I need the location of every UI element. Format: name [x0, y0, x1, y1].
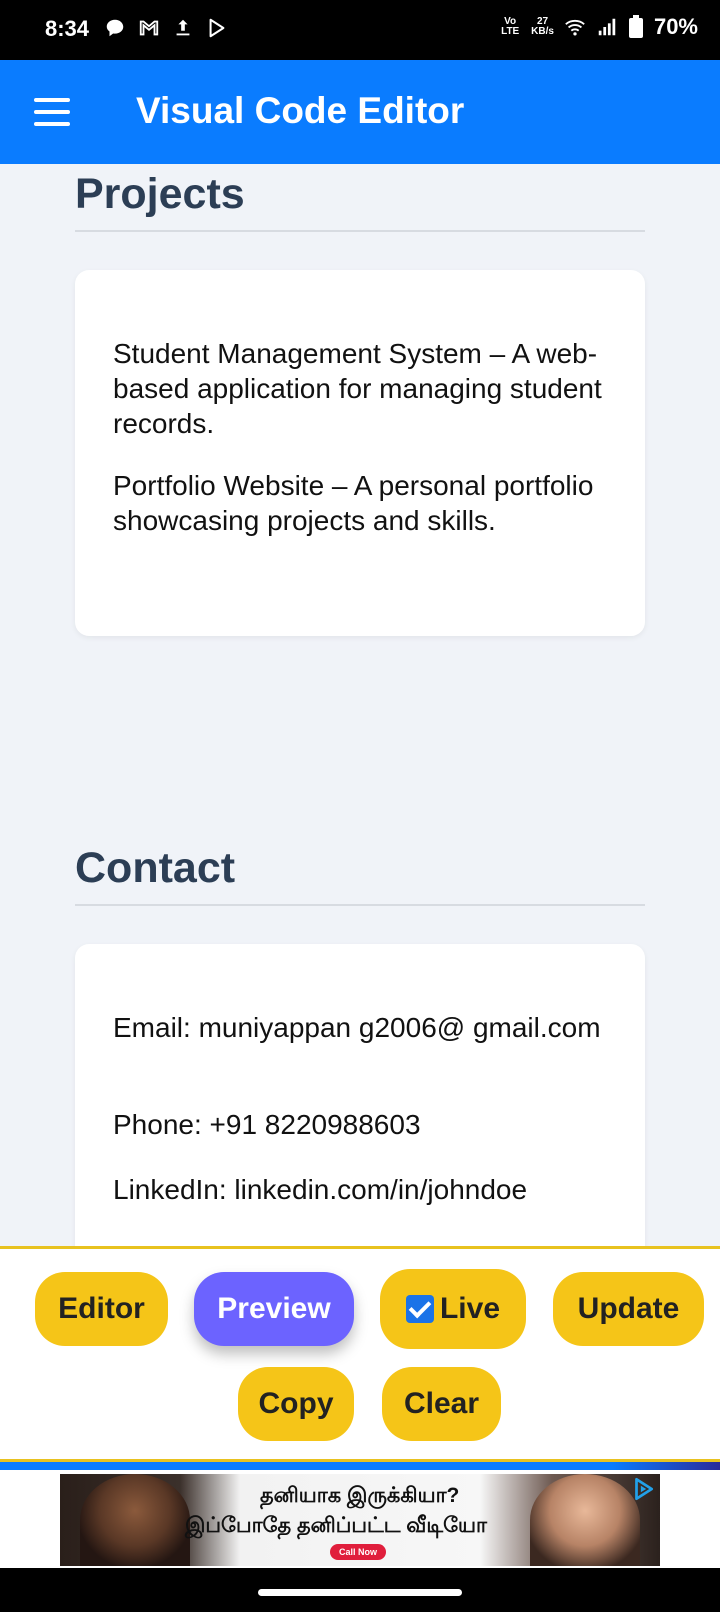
- system-icons: Vo LTE 27 KB/s 70%: [499, 14, 698, 40]
- contact-heading: Contact: [75, 844, 236, 892]
- speed-unit: KB/s: [531, 26, 554, 37]
- network-speed: 27 KB/s: [531, 17, 554, 37]
- app-title: Visual Code Editor: [136, 90, 465, 131]
- ad-choices-icon[interactable]: [630, 1476, 656, 1502]
- upload-icon: [176, 19, 190, 36]
- battery-percent: 70%: [653, 14, 698, 39]
- home-gesture-handle[interactable]: [258, 1589, 462, 1596]
- ad-call-button[interactable]: Call Now: [330, 1544, 386, 1560]
- contact-phone: Phone: +91 8220988603: [113, 1109, 421, 1140]
- preview-content[interactable]: Projects Student Management System – A w…: [0, 164, 720, 1246]
- battery-icon: [628, 15, 643, 38]
- preview-button[interactable]: Preview: [194, 1272, 354, 1346]
- ad-headline: தனியாக இருக்கியா?: [260, 1484, 460, 1507]
- ad-image-left: [80, 1474, 190, 1566]
- status-time: 8:34: [45, 16, 90, 41]
- ad-subline: இப்போதே தனிப்பட்ட வீடியோ: [185, 1514, 487, 1537]
- live-label: Live: [439, 1292, 501, 1325]
- control-panel: Editor Preview Live Update Copy Clear: [0, 1246, 720, 1462]
- ad-banner[interactable]: தனியாக இருக்கியா? இப்போதே தனிப்பட்ட வீடி…: [60, 1474, 660, 1566]
- editor-button[interactable]: Editor: [35, 1272, 168, 1346]
- app-bar: Visual Code Editor: [0, 60, 720, 164]
- live-toggle[interactable]: Live: [380, 1269, 526, 1349]
- ad-area: தனியாக இருக்கியா? இப்போதே தனிப்பட்ட வீடி…: [0, 1470, 720, 1568]
- projects-divider: [75, 230, 645, 232]
- gmail-icon: [139, 20, 159, 36]
- ad-image-right: [530, 1474, 640, 1566]
- live-checkbox[interactable]: [405, 1295, 434, 1323]
- copy-button[interactable]: Copy: [238, 1367, 354, 1441]
- project-item: Portfolio Website – A personal portfolio…: [113, 470, 594, 536]
- contact-divider: [75, 904, 645, 906]
- signal-icon: [598, 18, 616, 36]
- volte-indicator: Vo LTE: [501, 16, 520, 37]
- clear-button[interactable]: Clear: [382, 1367, 501, 1441]
- wifi-icon: [565, 19, 585, 36]
- update-button[interactable]: Update: [553, 1272, 704, 1346]
- hamburger-menu-icon[interactable]: [34, 98, 70, 126]
- projects-heading: Projects: [75, 170, 245, 218]
- notification-icons: [104, 17, 228, 39]
- status-bar: 8:34 Vo LTE 27 KB/s 70%: [0, 0, 720, 60]
- navigation-bar: [0, 1568, 720, 1612]
- play-store-icon: [209, 18, 225, 38]
- projects-card: Student Management System – A web-based …: [75, 270, 645, 636]
- chat-bubble-icon: [106, 19, 124, 37]
- divider-strip: [0, 1462, 720, 1470]
- contact-email: Email: muniyappan g2006@ gmail.com: [113, 1012, 601, 1043]
- contact-card: Email: muniyappan g2006@ gmail.com Phone…: [75, 944, 645, 1246]
- project-item: Student Management System – A web-based …: [113, 338, 602, 439]
- contact-linkedin: LinkedIn: linkedin.com/in/johndoe: [113, 1174, 528, 1205]
